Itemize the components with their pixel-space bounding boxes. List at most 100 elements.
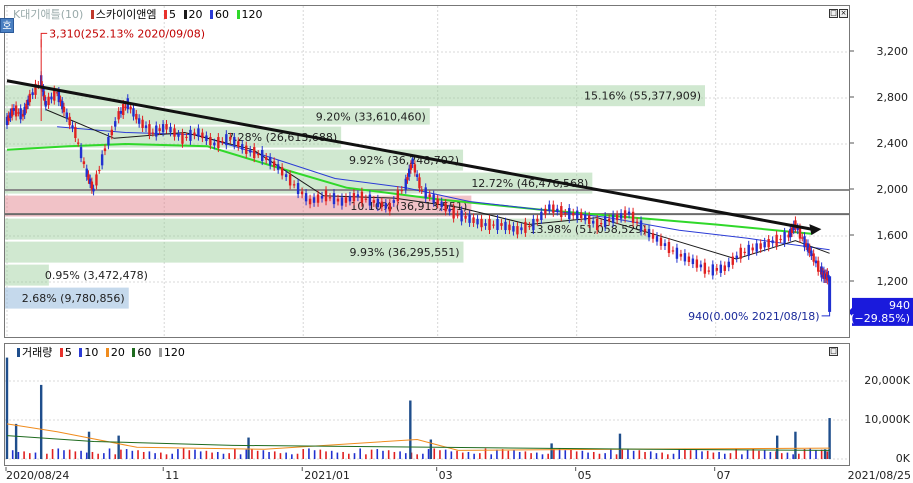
candle-body [320, 195, 324, 199]
candle-body [763, 241, 766, 248]
candle-body [336, 198, 340, 202]
volume-bar [530, 453, 532, 459]
price-tick-label: 2,400 [877, 137, 909, 150]
candle-body [627, 211, 631, 215]
date-tick-label: 03 [439, 469, 453, 482]
close-icon[interactable]: × [839, 9, 848, 18]
volume-bar [97, 453, 99, 459]
candle-body [707, 270, 711, 272]
volume-bar [28, 453, 31, 459]
candle-body [556, 208, 559, 212]
volume-bar [51, 449, 54, 459]
candle-body [169, 126, 172, 133]
candle-body [623, 210, 627, 219]
volume-bar [541, 454, 544, 459]
candle-body [352, 193, 356, 202]
volume-bar [234, 448, 236, 459]
candle-body [65, 112, 69, 119]
volume-bar [570, 449, 572, 459]
candle-body [532, 218, 535, 231]
volume-bar [296, 453, 299, 459]
volume-bar [91, 451, 94, 459]
volume-bar [114, 454, 117, 459]
candle-body [719, 264, 722, 273]
volume-bar [513, 450, 515, 459]
candle-body [568, 208, 571, 220]
candle-body [284, 174, 288, 178]
candle-body [468, 214, 471, 223]
candle-body [663, 243, 667, 247]
volume-profile-bar [5, 264, 49, 286]
volume-bar [57, 448, 60, 459]
candle-body [599, 223, 603, 225]
volume-bar [262, 450, 265, 459]
volume-bar [655, 453, 658, 459]
volume-bar [496, 449, 498, 459]
volume-bar [741, 454, 743, 459]
volume-legend: 거래량 5 10 20 60 120 [13, 346, 185, 359]
candle-body [683, 253, 687, 262]
volume-bar [444, 449, 447, 459]
volume-bar [313, 450, 316, 459]
candle-body [516, 226, 519, 235]
volume-bar [427, 449, 430, 459]
candle-body [492, 224, 495, 226]
volume-bar [769, 451, 772, 459]
candle-body [452, 207, 455, 219]
candle-body [225, 134, 228, 146]
legend-swatch [236, 10, 240, 19]
candle-body [480, 218, 483, 228]
candle-body [552, 204, 555, 213]
volume-bar [211, 452, 213, 459]
maximize-icon[interactable]: □ [829, 9, 838, 18]
candle-body [631, 211, 635, 223]
candle-body [103, 148, 107, 152]
volume-bar [348, 453, 350, 459]
volume-bar [786, 452, 789, 459]
volume-bar [780, 453, 783, 459]
volume-title: 거래량 [22, 346, 53, 359]
ma-label: 10 [84, 346, 99, 359]
candle-body [584, 214, 587, 221]
candle-body [588, 215, 591, 225]
candle-body [448, 208, 451, 212]
candle-body [79, 147, 83, 159]
candle-body [28, 93, 31, 103]
candle-body [100, 154, 104, 166]
ma-label: 5 [169, 8, 177, 21]
volume-bar [581, 450, 584, 459]
volume-chart [5, 357, 849, 460]
volume-bar [23, 451, 25, 459]
volume-chart-panel[interactable]: 거래량 5 10 20 60 120 □ [4, 343, 850, 466]
volume-bar [85, 452, 88, 459]
volume-bar [399, 451, 401, 459]
candle-body [50, 96, 53, 100]
candle-body [74, 126, 77, 139]
date-tick-label: 11 [165, 469, 179, 482]
candle-body [560, 206, 563, 218]
candle-body [504, 221, 507, 231]
candle-body [201, 132, 204, 139]
candle-body [47, 96, 50, 106]
candle-body [715, 267, 719, 271]
volume-bar [120, 449, 122, 459]
volume-bar [376, 449, 379, 459]
candle-body [536, 218, 539, 222]
candle-body [280, 167, 284, 176]
candle-body [17, 112, 20, 114]
candle-body [92, 188, 95, 192]
candle-body [651, 233, 655, 239]
maximize-icon[interactable]: □ [829, 347, 838, 356]
volume-bar [718, 451, 720, 459]
candle-body [444, 203, 447, 212]
legend-swatch [90, 10, 94, 19]
side-toggle-button[interactable]: 호 [0, 18, 14, 33]
volume-bar [524, 451, 527, 459]
candle-body [472, 217, 475, 223]
volume-bar [644, 451, 646, 459]
price-chart-panel[interactable]: 15.16% (55,377,909) 9.20% (33,610,460) 7.2… [4, 5, 850, 338]
volume-bar [604, 453, 606, 459]
ma-label: 60 [137, 346, 152, 359]
price-legend: K대기애틀(10) 스카이이앤엠 5 20 60 120 [13, 8, 263, 21]
volume-bar [763, 450, 766, 459]
